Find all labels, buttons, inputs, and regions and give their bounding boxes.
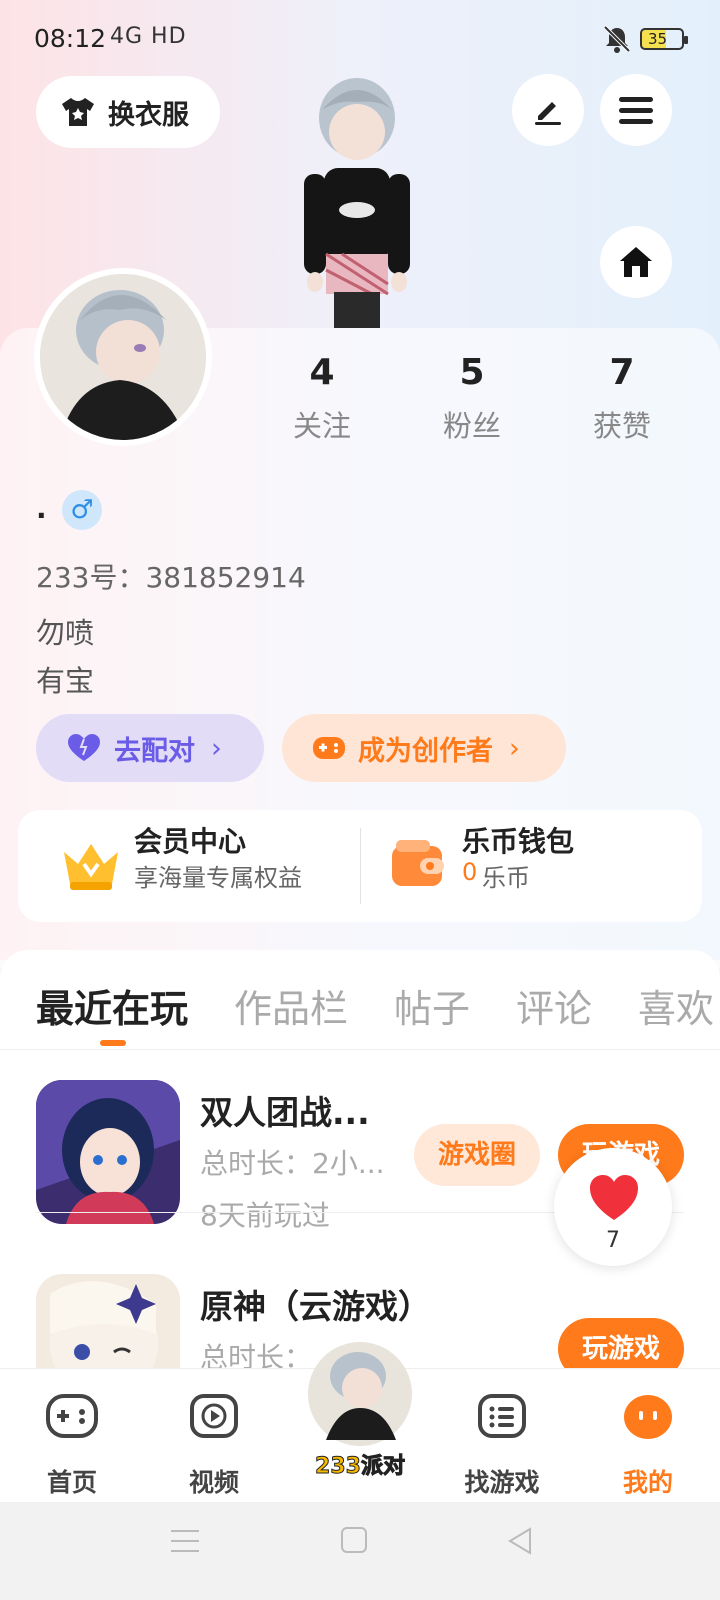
nav-me-label: 我的	[622, 1468, 673, 1497]
member-center-entry[interactable]: 会员中心 享海量专属权益	[18, 810, 360, 922]
video-play-icon	[190, 1394, 238, 1438]
change-outfit-button[interactable]: 换衣服	[36, 76, 220, 148]
bio-line: 勿喷	[36, 616, 95, 650]
following-count: 4	[309, 352, 335, 393]
nav-find-games-label: 找游戏	[464, 1468, 540, 1497]
avatar-portrait	[40, 274, 206, 440]
recent-apps-icon[interactable]	[170, 1528, 200, 1554]
profile-tabs: 最近在玩 作品栏 帖子 评论 喜欢	[0, 950, 720, 1050]
play-game-button[interactable]: 玩游戏	[558, 1318, 684, 1370]
chevron-right-icon: ›	[509, 732, 520, 764]
gamepad-icon	[46, 1394, 98, 1438]
menu-button[interactable]	[600, 74, 672, 146]
crown-icon	[64, 844, 118, 890]
game-icon	[36, 1080, 180, 1224]
wallet-unit: 乐币	[482, 864, 530, 892]
likes-label: 获赞	[592, 409, 651, 443]
back-nav-icon[interactable]	[506, 1526, 534, 1556]
match-label: 去配对	[114, 735, 195, 767]
chevron-right-icon: ›	[211, 732, 222, 764]
system-nav-bar	[0, 1502, 720, 1600]
hamburger-icon	[619, 97, 653, 124]
nav-party[interactable]: 233派对	[302, 1336, 418, 1486]
bio-line: 有宝	[36, 664, 95, 698]
stat-followers[interactable]: 5 粉丝	[412, 352, 532, 445]
likes-count: 7	[609, 352, 635, 393]
home-nav-icon[interactable]	[340, 1526, 368, 1554]
tshirt-icon	[62, 98, 94, 126]
member-center-title: 会员中心	[134, 825, 247, 858]
game-duration: 总时长：	[200, 1341, 313, 1370]
nav-video-label: 视频	[188, 1468, 239, 1497]
member-wallet-card: 会员中心 享海量专属权益 乐币钱包 0 乐币	[18, 810, 702, 922]
gamepad-icon	[313, 737, 345, 759]
house-icon	[620, 247, 652, 277]
list-icon	[478, 1394, 526, 1438]
home-room-button[interactable]	[600, 226, 672, 298]
tab-likes[interactable]: 喜欢	[638, 978, 714, 1033]
status-time: 08:12	[34, 24, 107, 53]
wallet-title: 乐币钱包	[462, 825, 575, 858]
nickname: .	[36, 492, 47, 525]
member-center-subtitle: 享海量专属权益	[134, 864, 302, 892]
status-bar: 08:12 4G HD 35	[0, 0, 720, 80]
become-creator-label: 成为创作者	[358, 735, 493, 767]
followers-count: 5	[459, 352, 485, 393]
nav-me[interactable]: 我的	[578, 1369, 718, 1503]
game-duration: 总时长：2小...	[200, 1147, 385, 1180]
party-avatar-icon	[308, 1342, 412, 1446]
tab-works[interactable]: 作品栏	[234, 978, 348, 1033]
game-name: 原神（云游戏）	[200, 1287, 431, 1326]
match-button[interactable]: 去配对 ›	[36, 714, 264, 782]
network-indicator: 4G HD	[110, 24, 187, 49]
wallet-entry[interactable]: 乐币钱包 0 乐币	[360, 810, 702, 922]
wallet-icon	[392, 840, 444, 886]
nav-party-label: 233派对	[315, 1454, 406, 1480]
become-creator-button[interactable]: 成为创作者 ›	[282, 714, 566, 782]
like-count: 7	[606, 1228, 620, 1253]
nav-video[interactable]: 视频	[144, 1369, 284, 1503]
tab-recent[interactable]: 最近在玩	[36, 978, 188, 1033]
followers-label: 粉丝	[442, 409, 501, 443]
nav-home[interactable]: 首页	[2, 1369, 142, 1503]
change-outfit-label: 换衣服	[108, 99, 189, 131]
mute-bell-icon	[603, 25, 631, 53]
stat-likes[interactable]: 7 获赞	[562, 352, 682, 445]
heart-icon	[68, 734, 100, 761]
stat-following[interactable]: 4 关注	[262, 352, 382, 445]
following-label: 关注	[292, 409, 351, 443]
user-id: 233号：381852914	[36, 561, 306, 594]
nav-find-games[interactable]: 找游戏	[432, 1369, 572, 1503]
edit-profile-button[interactable]	[512, 74, 584, 146]
avatar[interactable]	[34, 268, 212, 446]
game-icon	[36, 1274, 180, 1370]
tab-posts[interactable]: 帖子	[394, 978, 470, 1033]
wallet-amount: 0	[462, 858, 478, 886]
nav-home-label: 首页	[46, 1468, 97, 1497]
me-face-icon	[624, 1395, 672, 1439]
game-last-played: 8天前玩过	[200, 1199, 330, 1232]
game-circle-button[interactable]: 游戏圈	[414, 1124, 540, 1186]
male-gender-icon: ♂	[62, 490, 102, 530]
game-name: 双人团战...	[200, 1093, 370, 1132]
red-heart-icon	[590, 1175, 638, 1220]
floating-like-button[interactable]: 7	[554, 1148, 672, 1266]
avatar-3d-figure	[304, 78, 410, 328]
tab-comments[interactable]: 评论	[516, 978, 592, 1033]
pencil-icon	[535, 102, 561, 125]
battery-indicator: 35	[640, 28, 688, 50]
